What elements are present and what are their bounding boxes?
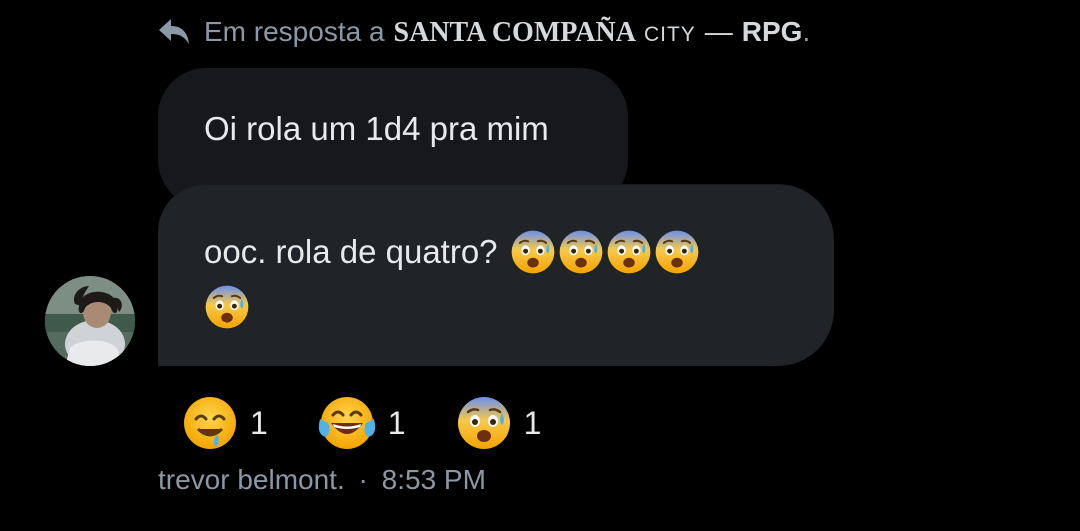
author-name[interactable]: trevor belmont. bbox=[158, 464, 345, 495]
anxious-face-icon bbox=[558, 229, 604, 275]
reply-prefix: Em resposta a bbox=[204, 16, 385, 47]
reply-trailing-dot: . bbox=[802, 15, 811, 47]
reply-target-title: SANTA COMPAÑA bbox=[393, 16, 636, 48]
anxious-face-icon bbox=[654, 229, 700, 275]
reply-context[interactable]: Em resposta a SANTA COMPAÑA CITY — RPG . bbox=[158, 10, 810, 54]
reply-target-name[interactable]: SANTA COMPAÑA CITY — RPG . bbox=[394, 16, 811, 49]
anxious-face-icon bbox=[510, 229, 556, 275]
meta-separator: · bbox=[358, 464, 368, 495]
message-emoji-group bbox=[204, 284, 250, 330]
reply-arrow-icon bbox=[158, 17, 190, 47]
reaction-tears-of-joy[interactable]: 1 bbox=[318, 395, 406, 451]
reply-target-suffix: RPG bbox=[741, 15, 803, 47]
reaction-drooling[interactable]: 1 bbox=[182, 395, 268, 451]
message-bubble[interactable]: ooc. rola de quatro? bbox=[158, 184, 834, 366]
reaction-count: 1 bbox=[250, 404, 268, 441]
tears-of-joy-icon bbox=[318, 395, 376, 451]
anxious-face-icon bbox=[606, 229, 652, 275]
quoted-message-text: Oi rola um 1d4 pra mim bbox=[204, 110, 549, 147]
avatar[interactable] bbox=[45, 276, 135, 366]
drooling-face-icon bbox=[182, 395, 238, 451]
reaction-count: 1 bbox=[523, 404, 542, 441]
reactions-bar: 1 1 1 bbox=[182, 393, 575, 453]
avatar-image bbox=[45, 276, 135, 366]
message-text: ooc. rola de quatro? bbox=[204, 233, 498, 270]
reaction-anxious[interactable]: 1 bbox=[456, 395, 542, 451]
anxious-face-icon bbox=[456, 395, 512, 451]
anxious-face-icon bbox=[204, 284, 250, 330]
reaction-count: 1 bbox=[387, 404, 406, 441]
message-emoji-group bbox=[510, 229, 700, 275]
reply-target-city: CITY bbox=[643, 22, 696, 46]
reply-target-separator: — bbox=[704, 15, 733, 47]
message-meta: trevor belmont. · 8:53 PM bbox=[158, 464, 486, 496]
message-time: 8:53 PM bbox=[381, 464, 486, 495]
